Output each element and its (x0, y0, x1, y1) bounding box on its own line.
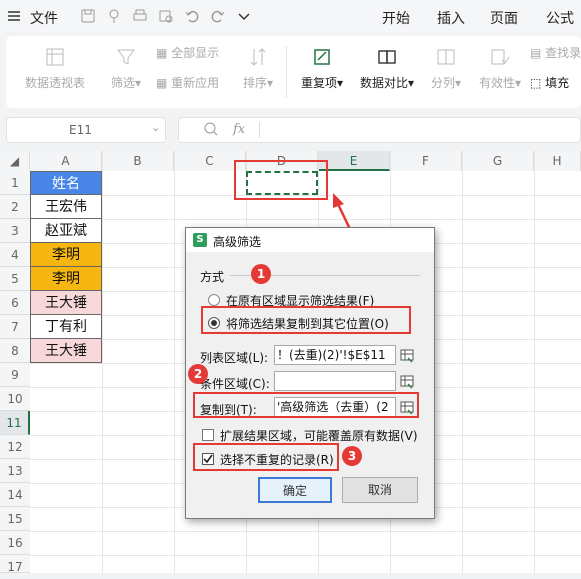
criteria-range-label: 条件区域(C): (200, 377, 270, 391)
method-label: 方式 (200, 270, 225, 284)
ok-button[interactable]: 确定 (258, 477, 332, 503)
criteria-range-field[interactable] (274, 371, 396, 391)
cancel-button[interactable]: 取消 (342, 477, 418, 503)
annotation-box (201, 306, 411, 334)
list-range-field[interactable]: ！(去重)(2)'!$E$11 (274, 345, 396, 365)
advanced-filter-dialog: S 高级筛选 方式 在原有区域显示筛选结果(F) 将筛选结果复制到其它位置(O)… (185, 227, 435, 519)
dialog-title-bar[interactable]: S 高级筛选 (186, 228, 434, 252)
annotation-badge-3: 3 (342, 446, 362, 466)
expand-checkbox[interactable] (202, 429, 214, 441)
annotation-box (193, 443, 339, 471)
expand-label[interactable]: 扩展结果区域，可能覆盖原有数据(V) (220, 427, 418, 444)
dialog-title: 高级筛选 (213, 235, 262, 249)
annotation-badge-2: 2 (188, 364, 208, 384)
annotation-box (193, 392, 419, 418)
radio-inplace[interactable] (208, 294, 220, 306)
wps-sheet-icon: S (193, 233, 207, 247)
range-picker-icon[interactable] (400, 348, 414, 363)
list-range-label: 列表区域(L): (200, 351, 269, 365)
range-picker-icon[interactable] (400, 374, 414, 389)
annotation-badge-1: 1 (251, 264, 271, 284)
